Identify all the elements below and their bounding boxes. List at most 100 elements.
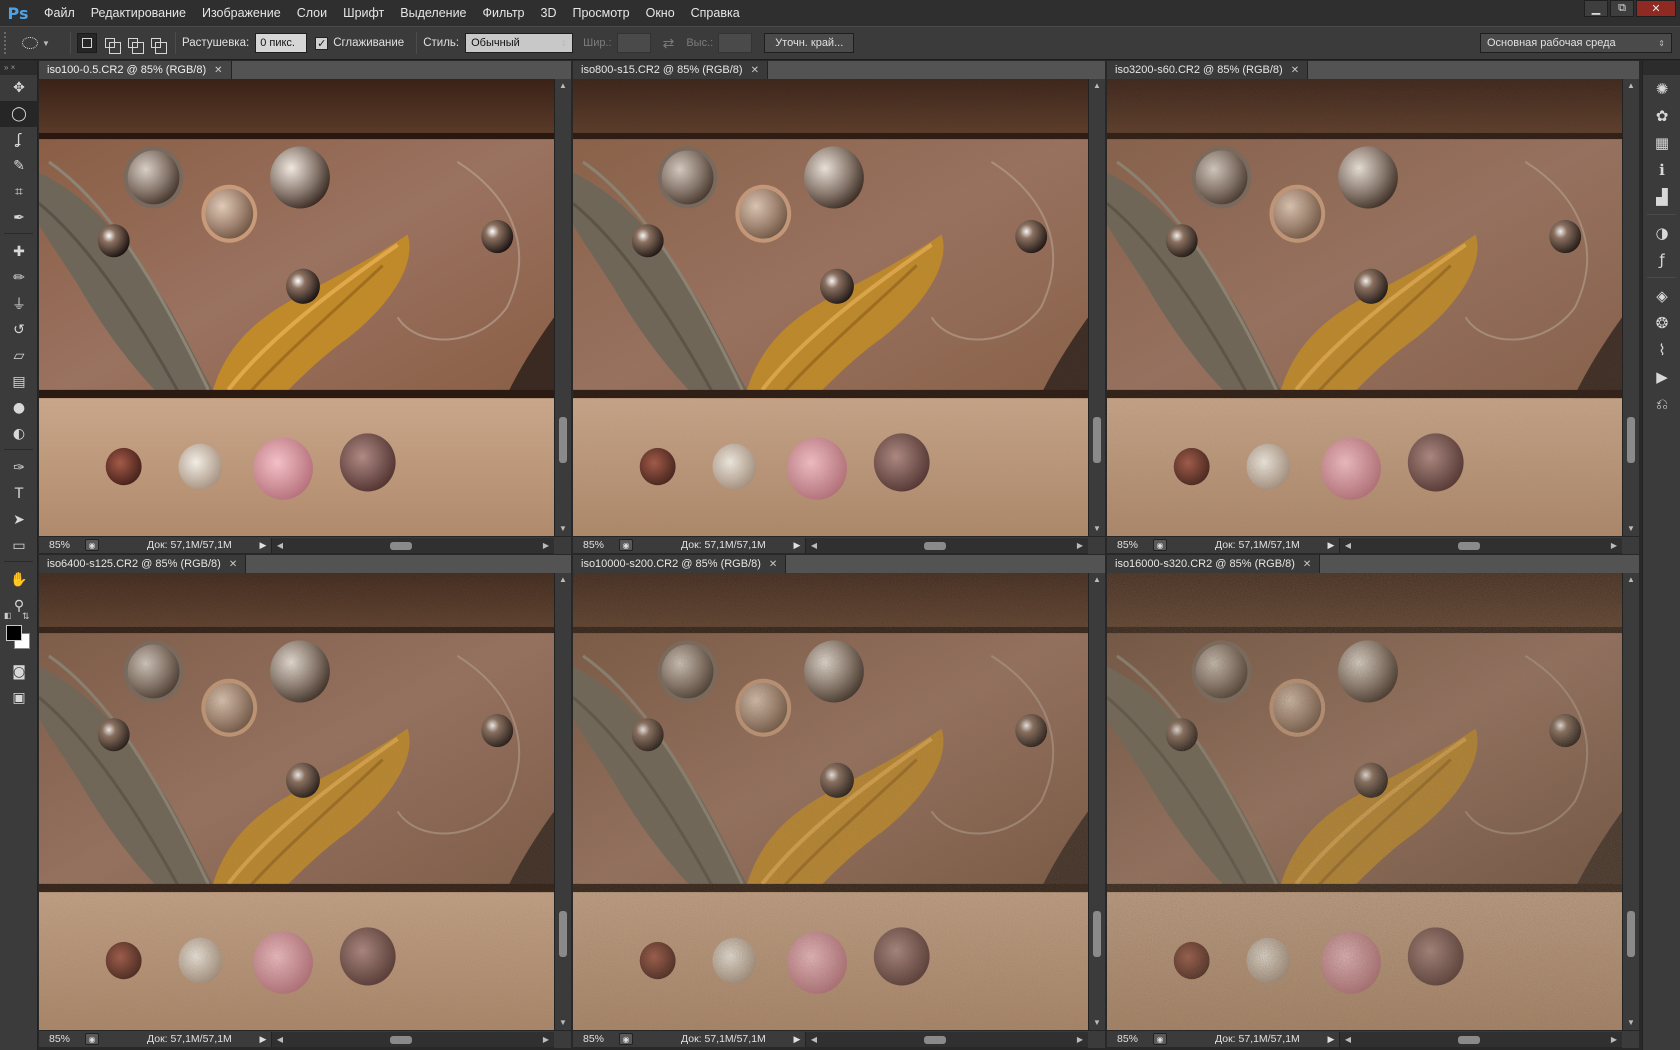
- document-window[interactable]: iso10000-s200.CR2 @ 85% (RGB/8) ✕ ▲ ▼ 85…: [573, 555, 1105, 1048]
- canvas-area[interactable]: ▲ ▼: [1107, 79, 1639, 536]
- swatches-icon[interactable]: ▦: [1643, 129, 1680, 156]
- intersect-selection-button[interactable]: [146, 33, 167, 54]
- eyedropper-tool[interactable]: ✒: [0, 205, 38, 231]
- document-tab[interactable]: iso800-s15.CR2 @ 85% (RGB/8) ✕: [573, 61, 768, 79]
- gradient-tool[interactable]: ▤: [0, 369, 38, 395]
- menu-view[interactable]: Просмотр: [565, 0, 638, 26]
- scroll-right-icon[interactable]: ▶: [1074, 538, 1086, 553]
- canvas-area[interactable]: ▲ ▼: [39, 573, 571, 1030]
- style-select[interactable]: Обычный ⇕: [465, 33, 574, 53]
- styles-icon[interactable]: ƒ: [1643, 246, 1680, 273]
- image-viewport[interactable]: [39, 573, 554, 1030]
- close-tab-icon[interactable]: ✕: [1303, 559, 1311, 570]
- channels-icon[interactable]: ❂: [1643, 309, 1680, 336]
- menu-3d[interactable]: 3D: [533, 0, 565, 26]
- vertical-scrollbar[interactable]: ▲ ▼: [1088, 79, 1105, 536]
- vertical-scrollbar[interactable]: ▲ ▼: [1622, 79, 1639, 536]
- horizontal-scroll-thumb[interactable]: [924, 541, 946, 550]
- workspace-select[interactable]: Основная рабочая среда ⇕: [1480, 33, 1672, 53]
- scroll-down-icon[interactable]: ▼: [1623, 522, 1639, 536]
- navigator-icon[interactable]: ✺: [1643, 75, 1680, 102]
- menu-layer[interactable]: Слои: [289, 0, 335, 26]
- scroll-right-icon[interactable]: ▶: [1608, 538, 1620, 553]
- swap-colors-icon[interactable]: ⇅: [22, 611, 30, 622]
- image-viewport[interactable]: [1107, 573, 1622, 1030]
- vertical-scrollbar[interactable]: ▲ ▼: [1622, 573, 1639, 1030]
- vertical-scroll-thumb[interactable]: [1627, 417, 1635, 463]
- resize-grip[interactable]: [1622, 1030, 1639, 1048]
- eraser-tool[interactable]: ▱: [0, 343, 38, 369]
- resize-grip[interactable]: [554, 1030, 571, 1048]
- scroll-left-icon[interactable]: ◀: [808, 1032, 820, 1047]
- scroll-right-icon[interactable]: ▶: [540, 1032, 552, 1047]
- status-info-icon[interactable]: ◉: [85, 1033, 99, 1045]
- vertical-scrollbar[interactable]: ▲ ▼: [554, 79, 571, 536]
- scroll-left-icon[interactable]: ◀: [274, 1032, 286, 1047]
- zoom-level[interactable]: 85%: [39, 1033, 79, 1045]
- foreground-color-swatch[interactable]: [6, 625, 22, 641]
- menu-select[interactable]: Выделение: [392, 0, 474, 26]
- hand-tool[interactable]: ✋: [0, 567, 38, 593]
- menu-image[interactable]: Изображение: [194, 0, 289, 26]
- menu-edit[interactable]: Редактирование: [83, 0, 194, 26]
- scroll-down-icon[interactable]: ▼: [1089, 522, 1105, 536]
- default-colors-icon[interactable]: ◧: [4, 611, 12, 620]
- status-menu-arrow-icon[interactable]: ▶: [255, 540, 271, 551]
- quick-selection-tool[interactable]: ✎: [0, 153, 38, 179]
- status-info-icon[interactable]: ◉: [619, 1033, 633, 1045]
- scroll-left-icon[interactable]: ◀: [1342, 538, 1354, 553]
- horizontal-scrollbar[interactable]: ◀ ▶: [805, 537, 1088, 553]
- resize-grip[interactable]: [554, 536, 571, 554]
- brush-tool[interactable]: ✏: [0, 265, 38, 291]
- close-button[interactable]: ✕: [1636, 0, 1676, 17]
- vertical-scrollbar[interactable]: ▲ ▼: [1088, 573, 1105, 1030]
- scroll-left-icon[interactable]: ◀: [808, 538, 820, 553]
- vertical-scroll-thumb[interactable]: [1093, 911, 1101, 957]
- dodge-tool[interactable]: ◐: [0, 421, 38, 447]
- actions-icon[interactable]: ▶: [1643, 363, 1680, 390]
- menu-window[interactable]: Окно: [638, 0, 683, 26]
- horizontal-scrollbar[interactable]: ◀ ▶: [1339, 537, 1622, 553]
- scroll-up-icon[interactable]: ▲: [1623, 573, 1639, 587]
- color-icon[interactable]: ✿: [1643, 102, 1680, 129]
- resize-grip[interactable]: [1622, 536, 1639, 554]
- document-window[interactable]: iso6400-s125.CR2 @ 85% (RGB/8) ✕ ▲ ▼ 85%…: [39, 555, 571, 1048]
- scroll-right-icon[interactable]: ▶: [1608, 1032, 1620, 1047]
- screen-mode-button[interactable]: ▣: [0, 685, 38, 711]
- horizontal-scrollbar[interactable]: ◀ ▶: [271, 1031, 554, 1047]
- horizontal-scrollbar[interactable]: ◀ ▶: [271, 537, 554, 553]
- resize-grip[interactable]: [1088, 1030, 1105, 1048]
- scroll-up-icon[interactable]: ▲: [1089, 79, 1105, 93]
- scroll-right-icon[interactable]: ▶: [540, 538, 552, 553]
- height-input[interactable]: [718, 33, 753, 53]
- resize-grip[interactable]: [1088, 536, 1105, 554]
- document-tab[interactable]: iso16000-s320.CR2 @ 85% (RGB/8) ✕: [1107, 555, 1321, 573]
- restore-button[interactable]: ⧉: [1610, 0, 1634, 17]
- horizontal-scroll-thumb[interactable]: [1458, 1035, 1480, 1044]
- status-menu-arrow-icon[interactable]: ▶: [255, 1034, 271, 1045]
- close-tab-icon[interactable]: ✕: [214, 65, 222, 76]
- status-info-icon[interactable]: ◉: [85, 539, 99, 551]
- scroll-up-icon[interactable]: ▲: [1623, 79, 1639, 93]
- image-viewport[interactable]: [573, 79, 1088, 536]
- blur-tool[interactable]: ●: [0, 395, 38, 421]
- horizontal-scroll-thumb[interactable]: [924, 1035, 946, 1044]
- vertical-scroll-thumb[interactable]: [559, 911, 567, 957]
- scroll-up-icon[interactable]: ▲: [555, 79, 571, 93]
- document-tab[interactable]: iso3200-s60.CR2 @ 85% (RGB/8) ✕: [1107, 61, 1309, 79]
- menu-help[interactable]: Справка: [683, 0, 748, 26]
- lasso-tool[interactable]: ʆ: [0, 127, 38, 153]
- clone-stamp-tool[interactable]: ⏚: [0, 291, 38, 317]
- info-icon[interactable]: ℹ: [1643, 156, 1680, 183]
- vertical-scrollbar[interactable]: ▲ ▼: [554, 573, 571, 1030]
- feather-input[interactable]: 0 пикс.: [255, 33, 308, 53]
- zoom-level[interactable]: 85%: [1107, 1033, 1147, 1045]
- tool-preset-picker[interactable]: ▼: [22, 37, 64, 49]
- horizontal-scroll-thumb[interactable]: [1458, 541, 1480, 550]
- status-menu-arrow-icon[interactable]: ▶: [789, 1034, 805, 1045]
- document-tab[interactable]: iso10000-s200.CR2 @ 85% (RGB/8) ✕: [573, 555, 787, 573]
- menu-file[interactable]: Файл: [36, 0, 83, 26]
- vertical-scroll-thumb[interactable]: [1627, 911, 1635, 957]
- width-input[interactable]: [616, 33, 651, 53]
- swap-dimensions-icon[interactable]: ⇄: [663, 35, 675, 52]
